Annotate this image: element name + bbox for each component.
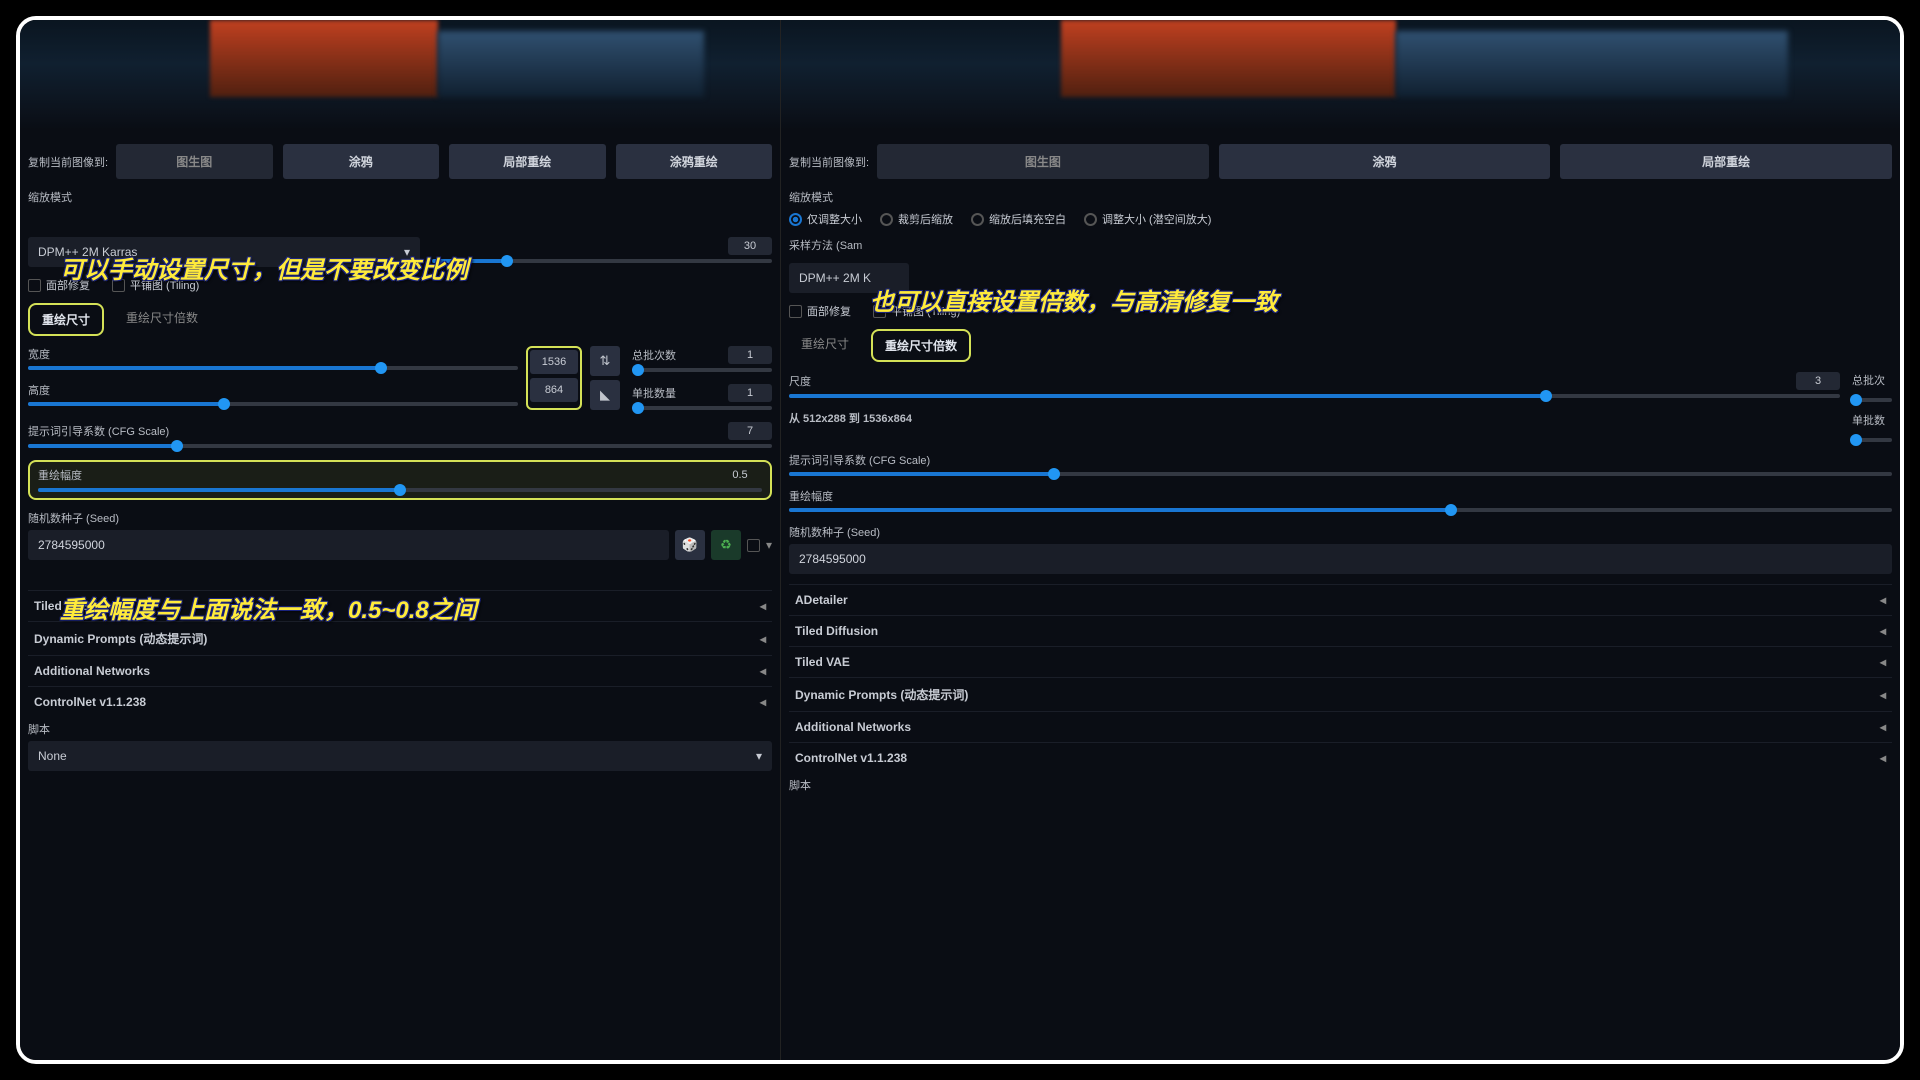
chevron-down-icon: ▾ — [756, 749, 762, 763]
sampler-dropdown[interactable]: DPM++ 2M Karras ▾ — [28, 237, 420, 267]
tab-resize-by-r[interactable]: 重绘尺寸倍数 — [871, 329, 971, 362]
btn-img2img-r[interactable]: 图生图 — [877, 144, 1209, 179]
steps-slider[interactable] — [432, 259, 772, 263]
dice-button[interactable]: 🎲 — [675, 530, 705, 560]
denoise-highlight: 重绘幅度0.5 — [28, 460, 772, 500]
tab-resize-by[interactable]: 重绘尺寸倍数 — [114, 303, 210, 336]
tab-resize-to-r[interactable]: 重绘尺寸 — [789, 329, 861, 362]
cfg-slider-r[interactable] — [789, 472, 1892, 476]
cfg-slider[interactable] — [28, 444, 772, 448]
script-dropdown[interactable]: None▾ — [28, 741, 772, 771]
batch-size-slider-r[interactable] — [1852, 438, 1892, 442]
tab-resize-to[interactable]: 重绘尺寸 — [28, 303, 104, 336]
radio-fill[interactable]: 缩放后填充空白 — [971, 211, 1066, 227]
btn-inpaint[interactable]: 局部重绘 — [449, 144, 605, 179]
face-restore-check[interactable]: 面部修复 — [28, 277, 90, 293]
batch-size-slider[interactable] — [632, 406, 772, 410]
face-restore-check-r[interactable]: 面部修复 — [789, 303, 851, 319]
scale-value[interactable]: 3 — [1796, 372, 1840, 390]
chevron-down-icon: ▾ — [404, 245, 410, 259]
btn-inpaint-r[interactable]: 局部重绘 — [1560, 144, 1892, 179]
btn-sketch[interactable]: 涂鸦 — [283, 144, 439, 179]
scale-range-text: 从 512x288 到 1536x864 — [789, 410, 1840, 426]
denoise-slider-r[interactable] — [789, 508, 1892, 512]
sampler-dropdown-r[interactable]: DPM++ 2M K — [789, 263, 909, 293]
width-value[interactable]: 1536 — [530, 350, 578, 374]
radio-latent[interactable]: 调整大小 (潜空间放大) — [1084, 211, 1211, 227]
dimension-values-highlight: 1536 864 — [526, 346, 582, 410]
accordion-additional-networks[interactable]: Additional Networks◂ — [28, 655, 772, 686]
triangle-left-icon: ◂ — [760, 695, 766, 709]
recycle-button[interactable]: ♻ — [711, 530, 741, 560]
triangle-left-icon: ◂ — [760, 599, 766, 613]
resize-mode-label: 缩放模式 — [28, 189, 772, 205]
accordion-dynamic-prompts-[interactable]: Dynamic Prompts (动态提示词)◂ — [789, 677, 1892, 711]
seed-input[interactable] — [28, 530, 669, 560]
triangle-left-icon: ◂ — [1880, 655, 1886, 669]
copy-label: 复制当前图像到: — [28, 154, 108, 170]
accordion-additional-networks[interactable]: Additional Networks◂ — [789, 711, 1892, 742]
tiling-check[interactable]: 平铺图 (Tiling) — [112, 277, 199, 293]
radio-just-resize[interactable]: 仅调整大小 — [789, 211, 862, 227]
batch-count-slider-r[interactable] — [1852, 398, 1892, 402]
triangle-left-icon: ◂ — [1880, 720, 1886, 734]
tiling-check-r[interactable]: 平铺图 (Tiling) — [873, 303, 960, 319]
accordion-tiled-diffusion[interactable]: Tiled Diffusion◂ — [789, 615, 1892, 646]
height-value[interactable]: 864 — [530, 378, 578, 402]
height-slider[interactable] — [28, 402, 518, 406]
triangle-left-icon: ◂ — [1880, 688, 1886, 702]
triangle-left-icon: ◂ — [760, 664, 766, 678]
accordion-controlnet-v1-1-238[interactable]: ControlNet v1.1.238◂ — [28, 686, 772, 717]
triangle-left-icon: ◂ — [1880, 624, 1886, 638]
width-slider[interactable] — [28, 366, 518, 370]
triangle-left-icon: ◂ — [760, 632, 766, 646]
chevron-down-icon[interactable]: ▾ — [766, 538, 772, 552]
btn-inpaint-sketch[interactable]: 涂鸦重绘 — [616, 144, 772, 179]
accordion-tiled-vae[interactable]: Tiled VAE◂ — [28, 590, 772, 621]
radio-crop[interactable]: 裁剪后缩放 — [880, 211, 953, 227]
triangle-left-icon: ◂ — [1880, 751, 1886, 765]
denoise-slider[interactable] — [38, 488, 762, 492]
seed-input-r[interactable] — [789, 544, 1892, 574]
btn-img2img[interactable]: 图生图 — [116, 144, 272, 179]
scale-slider[interactable] — [789, 394, 1840, 398]
accordion-dynamic-prompts-[interactable]: Dynamic Prompts (动态提示词)◂ — [28, 621, 772, 655]
preview-image-r — [781, 20, 1900, 130]
triangle-button[interactable]: ◣ — [590, 380, 620, 410]
btn-sketch-r[interactable]: 涂鸦 — [1219, 144, 1551, 179]
extra-seed-check[interactable] — [747, 539, 760, 552]
swap-dims-button[interactable]: ⇅ — [590, 346, 620, 376]
accordion-adetailer[interactable]: ADetailer◂ — [789, 584, 1892, 615]
batch-count-slider[interactable] — [632, 368, 772, 372]
accordion-controlnet-v1-1-238[interactable]: ControlNet v1.1.238◂ — [789, 742, 1892, 773]
preview-image — [20, 20, 780, 130]
accordion-tiled-vae[interactable]: Tiled VAE◂ — [789, 646, 1892, 677]
steps-value[interactable]: 30 — [728, 237, 772, 255]
triangle-left-icon: ◂ — [1880, 593, 1886, 607]
